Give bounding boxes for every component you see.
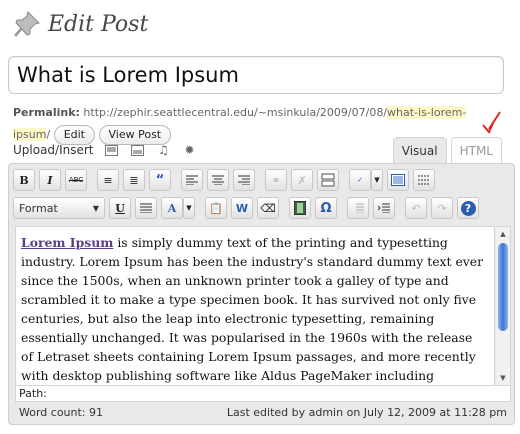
help-icon: ? <box>460 200 476 216</box>
ordered-list-button[interactable]: ≣ <box>123 169 145 191</box>
scrollbar-thumb[interactable] <box>498 243 508 331</box>
unordered-list-button[interactable]: ≡ <box>97 169 119 191</box>
align-left-button[interactable] <box>181 169 203 191</box>
post-editor: B I ABC ≡ ≣ “ ⚭ ✗ ✓ ▼ Format ▼ U A ▼ 📋 W… <box>8 163 515 425</box>
link-icon: ⚭ <box>271 173 281 187</box>
eraser-icon: ⌫ <box>260 201 276 215</box>
tab-visual[interactable]: Visual <box>392 137 447 163</box>
spellcheck-dropdown[interactable]: ▼ <box>371 169 383 191</box>
insert-link-button[interactable]: ⚭ <box>265 169 287 191</box>
justify-button[interactable] <box>135 197 157 219</box>
editor-tabs: Visual HTML <box>389 137 502 163</box>
chevron-down-icon: ▼ <box>92 203 99 213</box>
post-title-field[interactable] <box>8 56 504 94</box>
insert-more-button[interactable] <box>317 169 339 191</box>
outdent-button[interactable] <box>347 197 369 219</box>
scroll-down-icon[interactable]: ▼ <box>498 373 508 383</box>
help-button[interactable]: ? <box>457 197 479 219</box>
underline-button[interactable]: U <box>109 197 131 219</box>
remove-format-button[interactable]: ⌫ <box>257 197 279 219</box>
unlink-button[interactable]: ✗ <box>291 169 313 191</box>
post-body-text: is simply dummy text of the printing and… <box>21 235 484 383</box>
align-right-button[interactable] <box>233 169 255 191</box>
upload-insert-row: Upload/Insert ♫ ✹ <box>13 141 198 159</box>
tab-html[interactable]: HTML <box>450 137 502 163</box>
redo-button[interactable]: ↷ <box>431 197 453 219</box>
upload-insert-label: Upload/Insert <box>13 143 94 157</box>
pushpin-icon <box>10 7 44 41</box>
bullet-list-icon: ≡ <box>103 173 113 187</box>
film-icon <box>294 201 306 215</box>
align-center-button[interactable] <box>207 169 229 191</box>
add-audio-icon[interactable]: ♫ <box>156 142 172 158</box>
paste-word-button[interactable]: W <box>231 197 253 219</box>
format-select[interactable]: Format ▼ <box>13 197 105 219</box>
add-media-icon[interactable]: ✹ <box>182 142 198 158</box>
fullscreen-icon <box>391 174 405 186</box>
more-tag-icon <box>321 173 335 187</box>
paste-word-icon: W <box>235 201 249 215</box>
scroll-up-icon[interactable]: ▲ <box>498 229 508 239</box>
post-body-paragraph: Lorem Ipsum is simply dummy text of the … <box>16 227 494 385</box>
post-title-input[interactable] <box>9 57 503 93</box>
special-character-button[interactable]: Ω <box>315 197 337 219</box>
unlink-icon: ✗ <box>297 173 307 187</box>
text-color-button[interactable]: A <box>161 197 183 219</box>
insert-media-button[interactable] <box>289 197 311 219</box>
paste-text-button[interactable]: 📋 <box>205 197 227 219</box>
editor-status-bar: Word count: 91 Last edited by admin on J… <box>15 404 511 422</box>
page-title: Edit Post <box>48 11 149 37</box>
page-header: Edit Post <box>10 6 148 42</box>
undo-button[interactable]: ↶ <box>405 197 427 219</box>
blockquote-icon: “ <box>155 172 165 188</box>
toolbar-row-2: Format ▼ U A ▼ 📋 W ⌫ Ω ↶ ↷ ? <box>13 197 483 219</box>
permalink-label: Permalink: <box>13 106 80 119</box>
text-color-icon: A <box>167 201 177 215</box>
align-right-icon <box>238 175 250 185</box>
justify-icon <box>140 203 152 213</box>
permalink-url-base: http://zephir.seattlecentral.edu/~msinku… <box>83 106 388 119</box>
indent-icon <box>378 203 390 213</box>
strikethrough-button[interactable]: ABC <box>65 169 87 191</box>
editor-path-bar: Path: <box>15 386 511 402</box>
fullscreen-button[interactable] <box>387 169 409 191</box>
editor-scrollbar[interactable]: ▲ ▼ <box>496 226 511 386</box>
align-center-icon <box>212 175 224 185</box>
numbered-list-icon: ≣ <box>129 173 139 187</box>
kitchen-sink-button[interactable] <box>413 169 435 191</box>
text-color-dropdown[interactable]: ▼ <box>183 197 195 219</box>
toolbar-row-1: B I ABC ≡ ≣ “ ⚭ ✗ ✓ ▼ <box>13 169 439 191</box>
outdent-icon <box>356 203 364 213</box>
word-count: Word count: 91 <box>19 406 104 419</box>
path-label: Path: <box>19 387 47 400</box>
redo-icon: ↷ <box>437 201 447 215</box>
post-body-link[interactable]: Lorem Ipsum <box>21 235 113 250</box>
last-edited-info: Last edited by admin on July 12, 2009 at… <box>226 406 507 419</box>
blockquote-button[interactable]: “ <box>149 169 171 191</box>
spellcheck-button[interactable]: ✓ <box>349 169 371 191</box>
red-arrow-annotation-icon <box>482 111 501 134</box>
spellcheck-icon: ✓ <box>357 176 363 184</box>
align-left-icon <box>186 175 198 185</box>
kitchen-sink-icon <box>418 175 430 185</box>
chevron-down-icon: ▼ <box>374 176 380 184</box>
italic-button[interactable]: I <box>39 169 61 191</box>
chevron-down-icon: ▼ <box>186 204 192 212</box>
add-image-icon[interactable] <box>104 142 120 158</box>
omega-icon: Ω <box>320 200 332 216</box>
bold-button[interactable]: B <box>13 169 35 191</box>
add-video-icon[interactable] <box>130 142 146 158</box>
editor-content-area[interactable]: Lorem Ipsum is simply dummy text of the … <box>15 226 495 386</box>
permalink-trailing-slash: / <box>46 128 51 141</box>
paste-text-icon: 📋 <box>209 201 223 215</box>
undo-icon: ↶ <box>411 201 421 215</box>
indent-button[interactable] <box>373 197 395 219</box>
format-select-value: Format <box>19 201 58 215</box>
